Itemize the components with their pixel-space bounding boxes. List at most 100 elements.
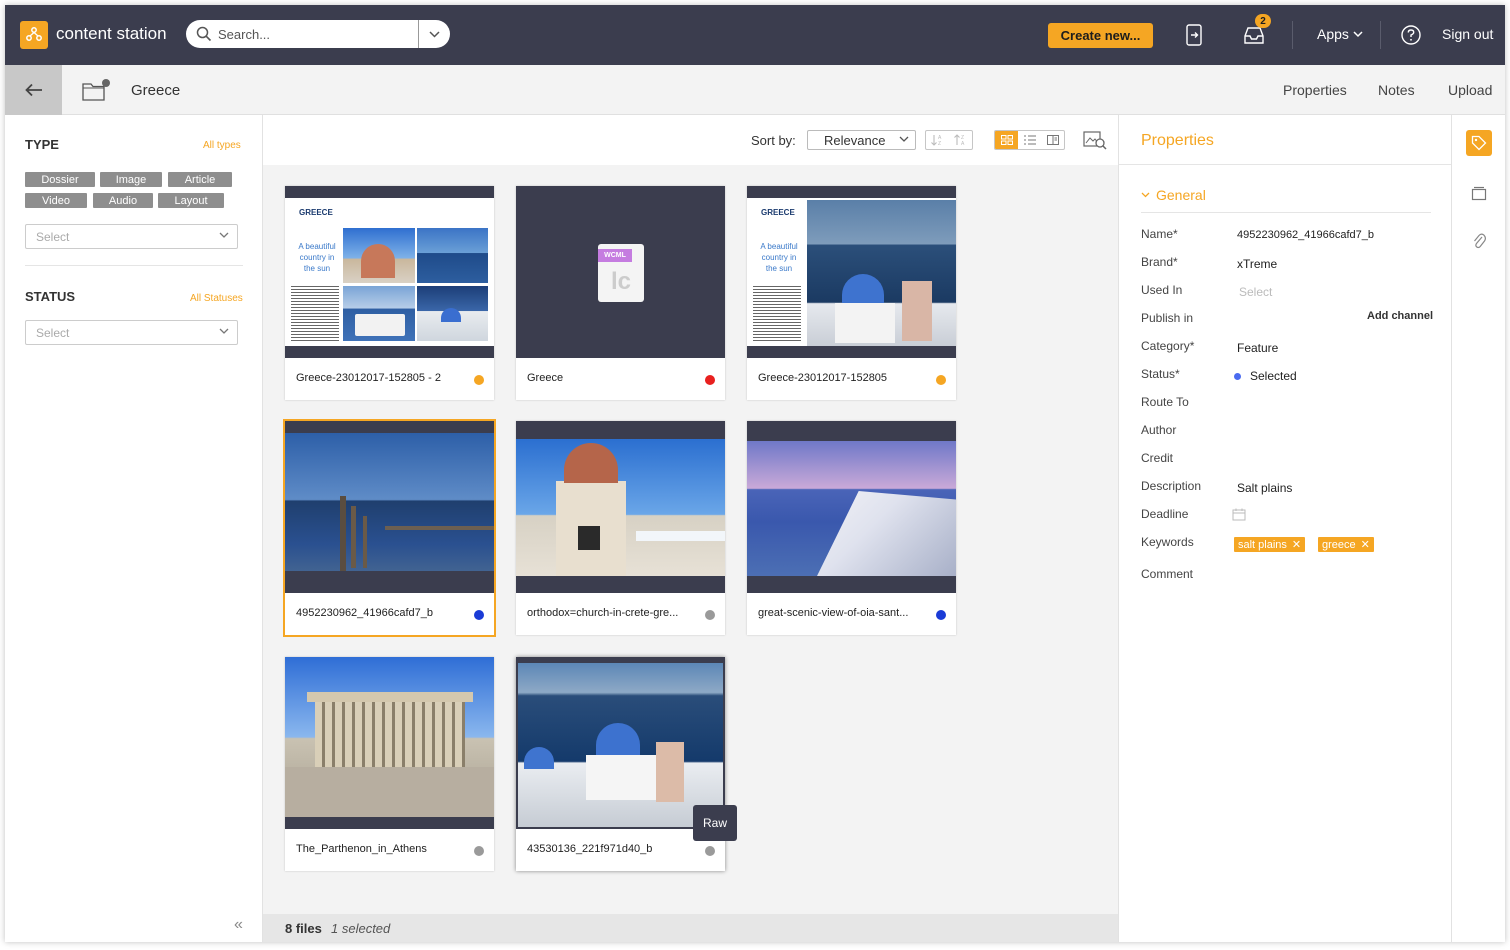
- layout-thumbnail: GREECE A beautiful country in the sun: [747, 186, 956, 358]
- field-status-select[interactable]: Selected: [1250, 369, 1297, 383]
- field-brand-select[interactable]: xTreme: [1237, 257, 1277, 271]
- tab-notes[interactable]: Notes: [1378, 82, 1415, 98]
- search-icon: [196, 25, 214, 43]
- status-select-value: Select: [36, 325, 70, 340]
- file-card[interactable]: WCML lc Greece: [516, 186, 725, 400]
- keyword-text: salt plains: [1238, 538, 1287, 551]
- file-card[interactable]: GREECE A beautiful country in the sun Gr…: [747, 186, 956, 400]
- image-thumbnail: [516, 657, 725, 829]
- results-toolbar: Sort by: Relevance AZ ZA: [263, 115, 1118, 165]
- file-name: Greece-23012017-152805 - 2: [296, 372, 441, 384]
- keyword-tag[interactable]: salt plains ✕: [1234, 537, 1306, 552]
- collapse-panel-button[interactable]: «: [234, 916, 243, 934]
- wcml-tag: WCML: [598, 249, 632, 262]
- field-label-used-in: Used In: [1141, 283, 1183, 297]
- general-section-toggle[interactable]: General: [1141, 187, 1206, 203]
- field-category-select[interactable]: Feature: [1237, 341, 1278, 355]
- type-chip-dossier[interactable]: Dossier: [25, 172, 95, 187]
- status-dot: [936, 610, 946, 620]
- status-dot: [705, 846, 715, 856]
- back-button[interactable]: [5, 65, 62, 115]
- tag-icon[interactable]: [1466, 130, 1492, 156]
- calendar-icon[interactable]: [1232, 508, 1246, 526]
- view-mode-toggle: [994, 130, 1065, 150]
- thumb-tagline: country in: [761, 253, 797, 262]
- divider: [1141, 212, 1431, 213]
- sort-direction-toggle: AZ ZA: [925, 130, 973, 150]
- field-name-input[interactable]: 4952230962_41966cafd7_b: [1237, 229, 1374, 241]
- help-icon[interactable]: [1399, 23, 1423, 47]
- status-select[interactable]: Select: [25, 320, 238, 345]
- field-description-input[interactable]: Salt plains: [1237, 481, 1292, 495]
- chevron-down-icon: [1353, 30, 1363, 37]
- grid-view-icon[interactable]: [995, 131, 1018, 149]
- type-chip-layout[interactable]: Layout: [158, 193, 224, 208]
- stack-icon[interactable]: [1466, 180, 1492, 206]
- file-count: 8 files: [285, 921, 322, 936]
- search-dropdown-button[interactable]: [418, 20, 450, 48]
- field-label-name: Name*: [1141, 227, 1178, 241]
- add-channel-link[interactable]: Add channel: [1367, 310, 1433, 322]
- file-name: 4952230962_41966cafd7_b: [296, 607, 434, 619]
- file-card[interactable]: GREECE A beautiful country in the sun Gr…: [285, 186, 494, 400]
- remove-tag-icon[interactable]: ✕: [1292, 538, 1301, 551]
- type-chip-article[interactable]: Article: [168, 172, 232, 187]
- field-label-brand: Brand*: [1141, 255, 1178, 269]
- type-chip-audio[interactable]: Audio: [93, 193, 153, 208]
- tab-properties[interactable]: Properties: [1283, 82, 1347, 98]
- thumb-tagline: A beautiful: [760, 242, 798, 251]
- file-card[interactable]: The_Parthenon_in_Athens: [285, 657, 494, 871]
- split-view-icon[interactable]: [1041, 131, 1064, 149]
- type-select-value: Select: [36, 229, 70, 244]
- sort-ascending-icon[interactable]: AZ: [926, 131, 949, 149]
- create-new-button[interactable]: Create new...: [1048, 23, 1153, 48]
- chevron-down-icon: [219, 328, 229, 334]
- file-name: The_Parthenon_in_Athens: [296, 843, 427, 855]
- type-chip-image[interactable]: Image: [100, 172, 162, 187]
- list-view-icon[interactable]: [1018, 131, 1041, 149]
- field-label-category: Category*: [1141, 339, 1195, 353]
- paperclip-icon[interactable]: [1466, 228, 1492, 254]
- divider: [25, 265, 243, 266]
- field-used-in-select[interactable]: Select: [1239, 285, 1272, 299]
- file-card[interactable]: orthodox=church-in-crete-gre...: [516, 421, 725, 635]
- status-dot: [705, 610, 715, 620]
- status-dot: [474, 375, 484, 385]
- remove-tag-icon[interactable]: ✕: [1361, 538, 1370, 551]
- panel-title: Properties: [1141, 132, 1214, 149]
- app-title: content station: [56, 24, 167, 43]
- file-name: Greece-23012017-152805: [758, 372, 888, 384]
- thumb-heading: GREECE: [761, 208, 795, 217]
- type-select[interactable]: Select: [25, 224, 238, 249]
- keyword-tag[interactable]: greece ✕: [1318, 537, 1374, 552]
- sort-select[interactable]: Relevance: [807, 130, 916, 150]
- image-thumbnail: [285, 421, 494, 593]
- apps-menu[interactable]: Apps: [1317, 26, 1363, 42]
- thumb-tagline: the sun: [303, 264, 331, 273]
- sort-descending-icon[interactable]: ZA: [949, 131, 972, 149]
- dossier-folder-icon: [82, 78, 110, 102]
- type-chip-video[interactable]: Video: [25, 193, 87, 208]
- file-card[interactable]: great-scenic-view-of-oia-sant...: [747, 421, 956, 635]
- sign-out-link[interactable]: Sign out: [1442, 26, 1493, 42]
- keyword-text: greece: [1322, 538, 1356, 551]
- search-input[interactable]: [218, 26, 418, 42]
- divider: [1119, 164, 1452, 165]
- status-filter-label: STATUS: [25, 289, 76, 304]
- all-statuses-link[interactable]: All Statuses: [190, 293, 243, 304]
- tab-upload[interactable]: Upload: [1448, 82, 1492, 98]
- sort-select-value: Relevance: [824, 132, 886, 148]
- search-box[interactable]: [186, 20, 450, 48]
- all-types-link[interactable]: All types: [203, 140, 241, 151]
- breadcrumb-bar: Greece Properties Notes Upload: [5, 65, 1505, 115]
- file-card[interactable]: 4952230962_41966cafd7_b: [283, 419, 496, 637]
- wcml-letters: lc: [610, 268, 631, 295]
- preview-search-icon[interactable]: [1083, 130, 1107, 155]
- file-name: great-scenic-view-of-oia-sant...: [758, 607, 909, 619]
- file-name: orthodox=church-in-crete-gre...: [527, 607, 679, 619]
- field-label-deadline: Deadline: [1141, 507, 1189, 521]
- export-icon[interactable]: [1182, 23, 1206, 47]
- field-label-route-to: Route To: [1141, 395, 1189, 409]
- thumb-tagline: country in: [299, 253, 335, 262]
- type-filter-label: TYPE: [25, 137, 59, 152]
